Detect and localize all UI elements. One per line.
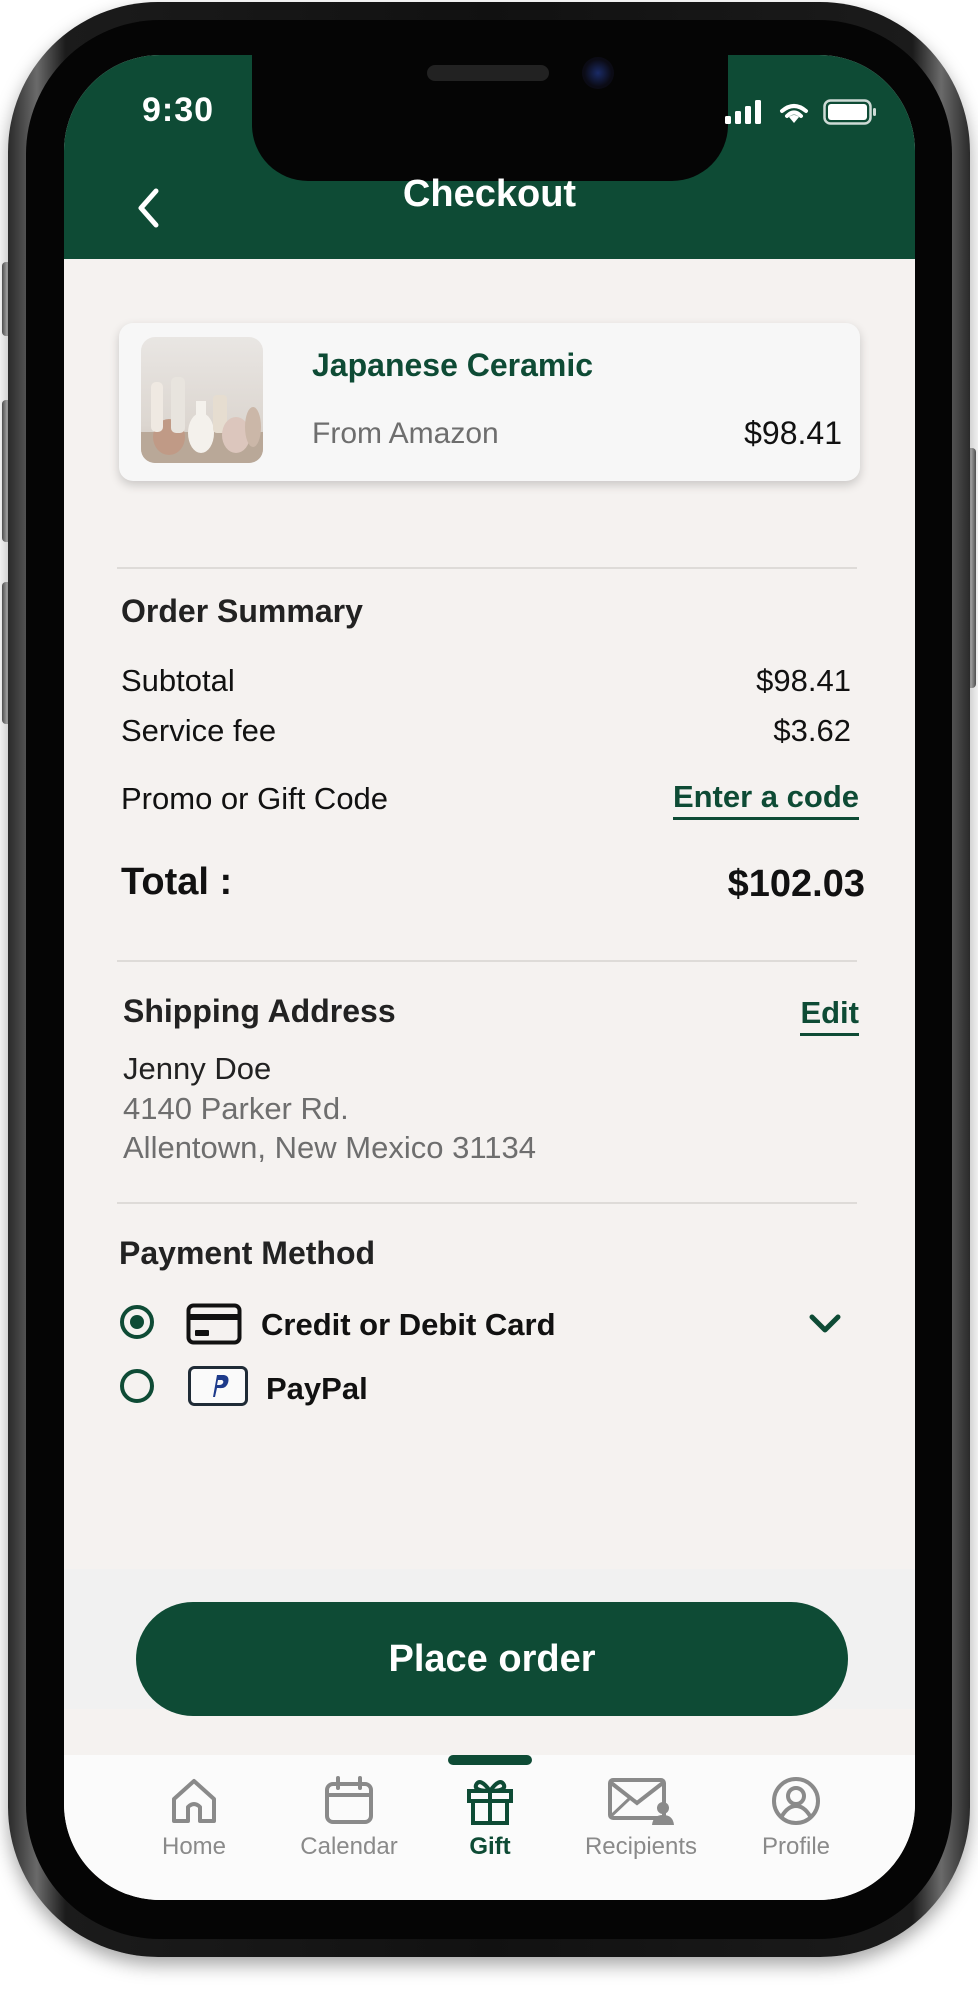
order-summary-title: Order Summary bbox=[121, 593, 363, 629]
tab-profile[interactable]: Profile bbox=[726, 1775, 866, 1861]
place-order-button[interactable]: Place order bbox=[136, 1602, 848, 1716]
tab-calendar[interactable]: Calendar bbox=[279, 1775, 419, 1861]
divider bbox=[117, 567, 857, 569]
subtotal-label: Subtotal bbox=[121, 663, 235, 698]
tab-label: Home bbox=[161, 1833, 227, 1860]
payment-title: Payment Method bbox=[119, 1235, 376, 1271]
payment-option-label: PayPal bbox=[266, 1371, 368, 1406]
product-card[interactable]: Japanese Ceramic From Amazon $98.41 bbox=[119, 323, 860, 481]
subtotal-value: $98.41 bbox=[756, 663, 851, 698]
divider bbox=[117, 960, 857, 962]
service-fee-value: $3.62 bbox=[773, 713, 851, 748]
tab-label: Gift bbox=[469, 1833, 511, 1860]
promo-label: Promo or Gift Code bbox=[121, 781, 389, 816]
product-name: Japanese Ceramic bbox=[312, 347, 594, 383]
header: 9:30 Checkout bbox=[64, 55, 915, 259]
calendar-icon bbox=[325, 1776, 373, 1824]
speaker bbox=[427, 65, 549, 81]
product-image bbox=[141, 337, 263, 463]
status-time: 9:30 bbox=[142, 91, 215, 129]
total-value: $102.03 bbox=[727, 863, 865, 905]
tab-label: Calendar bbox=[300, 1833, 398, 1860]
tab-label: Profile bbox=[761, 1833, 831, 1860]
page-title: Checkout bbox=[402, 173, 577, 215]
gift-icon bbox=[467, 1780, 513, 1825]
wifi-icon bbox=[780, 104, 808, 123]
profile-icon bbox=[772, 1777, 820, 1825]
divider bbox=[117, 1202, 857, 1204]
app-screen: 9:30 Checkout Japanese Ceramic From Amaz… bbox=[64, 55, 915, 1900]
tab-label: Recipients bbox=[584, 1833, 698, 1860]
credit-card-icon bbox=[186, 1303, 242, 1345]
edit-address-link[interactable]: Edit bbox=[800, 995, 859, 1036]
address-line-1: 4140 Parker Rd. bbox=[123, 1091, 349, 1126]
chevron-down-icon[interactable] bbox=[808, 1313, 842, 1335]
recipient-name: Jenny Doe bbox=[123, 1051, 272, 1086]
active-tab-indicator bbox=[448, 1755, 532, 1765]
camera bbox=[582, 57, 614, 89]
radio-paypal[interactable] bbox=[120, 1369, 154, 1403]
paypal-icon bbox=[188, 1366, 248, 1406]
radio-card[interactable] bbox=[120, 1305, 154, 1339]
signal-icon bbox=[725, 100, 761, 124]
tab-recipients[interactable]: Recipients bbox=[571, 1775, 711, 1861]
tab-home[interactable]: Home bbox=[124, 1775, 264, 1861]
enter-code-link[interactable]: Enter a code bbox=[672, 779, 859, 820]
status-icons bbox=[725, 99, 877, 125]
product-source: From Amazon bbox=[312, 417, 499, 450]
mail-user-icon bbox=[608, 1778, 674, 1825]
payment-option-label: Credit or Debit Card bbox=[261, 1307, 556, 1342]
address-line-2: Allentown, New Mexico 31134 bbox=[123, 1130, 536, 1165]
notch bbox=[252, 55, 728, 181]
shipping-title: Shipping Address bbox=[123, 993, 396, 1029]
service-fee-label: Service fee bbox=[121, 713, 277, 748]
tab-gift[interactable]: Gift bbox=[420, 1775, 560, 1861]
product-price: $98.41 bbox=[744, 415, 842, 451]
total-label: Total : bbox=[121, 861, 233, 903]
battery-icon bbox=[823, 99, 876, 125]
home-icon bbox=[172, 1779, 216, 1823]
